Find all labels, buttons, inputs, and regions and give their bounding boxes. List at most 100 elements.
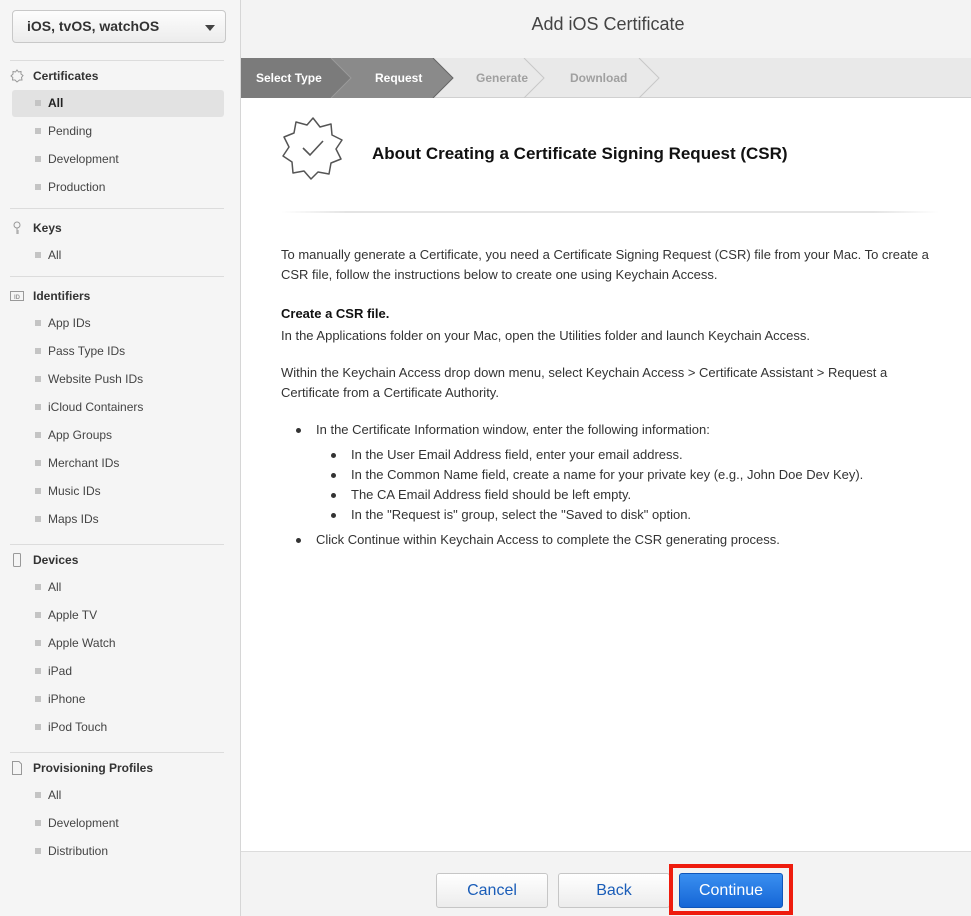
section-label: Keys — [33, 221, 62, 235]
section-divider — [10, 276, 224, 277]
sidebar-item-apple-watch[interactable]: Apple Watch — [12, 630, 224, 657]
bullet — [35, 584, 41, 590]
bullet — [35, 820, 41, 826]
sidebar-item-label: App Groups — [48, 428, 113, 442]
section-label: Provisioning Profiles — [33, 761, 154, 775]
section-header-keys: Keys — [10, 216, 224, 240]
sidebar-item-iphone[interactable]: iPhone — [12, 686, 224, 713]
section-header-certificates: Certificates — [10, 64, 224, 88]
sidebar-item-ipad[interactable]: iPad — [12, 658, 224, 685]
header-bar: Add iOS Certificate — [241, 0, 971, 58]
sidebar-item-devices-all[interactable]: All — [12, 574, 224, 601]
list-item: Click Continue within Keychain Access to… — [281, 530, 931, 550]
bullet — [35, 516, 41, 522]
section-divider — [10, 752, 224, 753]
continue-button[interactable]: Continue — [679, 873, 783, 908]
sidebar-item-apple-tv[interactable]: Apple TV — [12, 602, 224, 629]
sidebar-item-label: Apple TV — [48, 608, 98, 622]
platform-dropdown-value: iOS, tvOS, watchOS — [27, 18, 160, 34]
sidebar-item-pending[interactable]: Pending — [12, 118, 224, 145]
bullet — [35, 696, 41, 702]
sidebar-item-certificates-all[interactable]: All — [12, 90, 224, 117]
sidebar-item-music-ids[interactable]: Music IDs — [12, 478, 224, 505]
sub-list: In the User Email Address field, enter y… — [316, 445, 931, 525]
bullet — [35, 460, 41, 466]
sidebar-item-label: Maps IDs — [48, 512, 99, 526]
sidebar-item-label: iPod Touch — [48, 720, 108, 734]
title-divider — [281, 211, 939, 213]
chevron-down-icon — [205, 25, 215, 31]
section-header-devices: Devices — [10, 548, 224, 572]
platform-dropdown[interactable]: iOS, tvOS, watchOS — [12, 10, 226, 43]
sidebar-item-label: Pending — [48, 124, 93, 138]
bullet — [35, 320, 41, 326]
section-divider — [10, 208, 224, 209]
svg-text:ID: ID — [14, 295, 21, 301]
bullet — [35, 612, 41, 618]
sidebar-item-pass-type-ids[interactable]: Pass Type IDs — [12, 338, 224, 365]
progress-steps: Select Type Request Generate Download — [241, 58, 971, 98]
sidebar-item-label: Distribution — [48, 844, 109, 858]
list-item: In the User Email Address field, enter y… — [316, 445, 931, 465]
section-divider — [10, 60, 224, 61]
certificate-star-icon — [282, 117, 343, 180]
bullet — [35, 724, 41, 730]
section-divider — [10, 544, 224, 545]
sidebar-item-icloud-containers[interactable]: iCloud Containers — [12, 394, 224, 421]
section-header-provisioning-profiles: Provisioning Profiles — [10, 756, 224, 780]
device-icon — [13, 553, 21, 567]
sidebar-item-keys-all[interactable]: All — [12, 242, 224, 269]
bullet — [35, 348, 41, 354]
bullet — [35, 848, 41, 854]
bullet — [35, 640, 41, 646]
sidebar-item-app-groups[interactable]: App Groups — [12, 422, 224, 449]
sidebar-item-maps-ids[interactable]: Maps IDs — [12, 506, 224, 533]
instruction-list: In the Certificate Information window, e… — [281, 420, 931, 550]
back-button[interactable]: Back — [558, 873, 670, 908]
step-generate: Generate — [476, 71, 529, 85]
sidebar-item-label: Development — [48, 816, 119, 830]
page-title: Add iOS Certificate — [531, 14, 685, 34]
sidebar-item-profiles-all[interactable]: All — [12, 782, 224, 809]
sidebar-item-app-ids[interactable]: App IDs — [12, 310, 224, 337]
intro-paragraph: To manually generate a Certificate, you … — [281, 247, 929, 282]
cancel-button[interactable]: Cancel — [436, 873, 548, 908]
sidebar-item-ipod-touch[interactable]: iPod Touch — [12, 714, 224, 741]
section-label: Certificates — [33, 69, 99, 83]
sidebar-item-production[interactable]: Production — [12, 174, 224, 201]
bullet — [35, 792, 41, 798]
sidebar-item-label: All — [48, 96, 64, 110]
bullet — [35, 488, 41, 494]
document-icon — [12, 761, 22, 775]
sidebar-item-label: iCloud Containers — [48, 400, 144, 414]
sidebar-item-profiles-development[interactable]: Development — [12, 810, 224, 837]
id-icon: ID — [10, 291, 24, 301]
sidebar-item-profiles-distribution[interactable]: Distribution — [12, 838, 224, 865]
main-panel: Add iOS Certificate Select Type Request … — [241, 0, 971, 916]
section-title: About Creating a Certificate Signing Req… — [372, 144, 788, 163]
list-item: In the "Request is" group, select the "S… — [316, 505, 931, 525]
section-label: Identifiers — [33, 289, 91, 303]
bullet — [35, 184, 41, 190]
list-item-text: In the Certificate Information window, e… — [316, 422, 710, 437]
sidebar-item-label: Development — [48, 152, 119, 166]
sidebar-item-label: Music IDs — [48, 484, 101, 498]
menu-paragraph: Within the Keychain Access drop down men… — [281, 365, 888, 400]
step-download: Download — [570, 71, 628, 85]
step-select-type: Select Type — [256, 71, 322, 85]
section-label: Devices — [33, 553, 79, 567]
list-item: In the Certificate Information window, e… — [281, 420, 931, 525]
sidebar-item-label: iPad — [48, 664, 73, 678]
sidebar-item-label: Merchant IDs — [48, 456, 120, 470]
sidebar-item-development[interactable]: Development — [12, 146, 224, 173]
sidebar-item-label: Website Push IDs — [48, 372, 144, 386]
sidebar-item-merchant-ids[interactable]: Merchant IDs — [12, 450, 224, 477]
bullet — [35, 376, 41, 382]
sidebar-item-label: Production — [48, 180, 106, 194]
sidebar-item-label: All — [48, 788, 62, 802]
sidebar-item-label: All — [48, 580, 62, 594]
list-item: In the Common Name field, create a name … — [316, 465, 931, 485]
list-item: The CA Email Address field should be lef… — [316, 485, 931, 505]
sidebar-item-label: App IDs — [48, 316, 91, 330]
sidebar-item-website-push-ids[interactable]: Website Push IDs — [12, 366, 224, 393]
